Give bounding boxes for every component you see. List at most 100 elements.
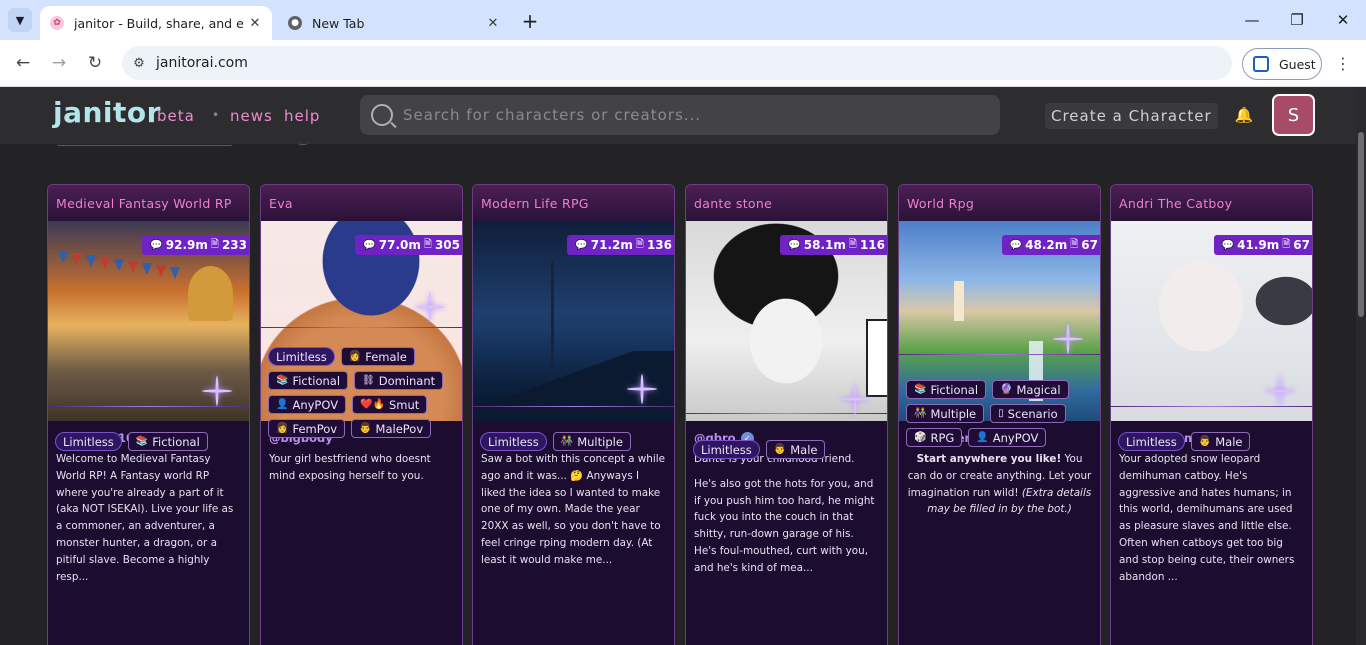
tag-label: Magical [1016, 382, 1061, 397]
tag-chip[interactable]: Limitless [693, 440, 760, 459]
profile-guest-button[interactable]: Guest [1242, 48, 1322, 80]
tag-chip[interactable]: 📚 Fictional [127, 432, 208, 451]
card-title[interactable]: Andri The Catboy [1111, 185, 1312, 221]
character-card[interactable]: World Rpg💬48.2m🗎67@Scar_lerStart anywher… [898, 184, 1101, 645]
card-title[interactable]: Eva [261, 185, 462, 221]
chrome-favicon-icon: ● [288, 16, 302, 30]
bunting-flag [58, 251, 68, 263]
tag-chip[interactable]: 👨 Male [765, 440, 826, 459]
tag-chip[interactable]: Limitless [1118, 432, 1185, 451]
tag-chip[interactable]: 👨 MalePov [351, 419, 432, 438]
tag-chip[interactable]: ▯ Scenario [990, 404, 1066, 423]
document-icon: 🗎 [1070, 238, 1079, 250]
bunting-flag [86, 255, 96, 267]
janitor-logo[interactable]: janitor [53, 96, 161, 129]
message-count: 116 [859, 238, 885, 252]
description-text: Welcome to Medieval Fantasy World RP! A … [56, 453, 234, 583]
tab-janitor[interactable]: ✿ janitor - Build, share, and explo ✕ [40, 6, 272, 40]
card-stats-badge: 💬 48.2m 🗎 67 [1001, 235, 1100, 255]
nav-help-link[interactable]: help [284, 107, 320, 125]
tab-search-chevron-down-icon[interactable]: ▼ [8, 8, 32, 32]
tag-label: Male [1215, 434, 1243, 449]
close-tab-icon[interactable]: ✕ [482, 12, 504, 34]
address-bar[interactable]: ⚙ janitorai.com [122, 46, 1232, 80]
card-description: Dante is your childhood friend. He's also… [686, 445, 887, 577]
notifications-bell-icon[interactable]: 🔔 [1234, 105, 1254, 125]
character-card[interactable]: Medieval Fantasy World RP💬92.9m🗎233@Mayu… [47, 184, 250, 645]
tag-label: FemPov [292, 421, 338, 436]
back-arrow-left-icon[interactable]: ← [10, 50, 36, 76]
bunting-flag [156, 265, 166, 277]
tag-emoji-icon: 📚 [914, 384, 927, 395]
tag-emoji-icon: 🎲 [914, 432, 927, 443]
message-count: 233 [221, 238, 247, 252]
filter-toggle-edge [298, 142, 308, 145]
scrollbar-thumb[interactable] [1358, 132, 1364, 317]
close-window-icon[interactable]: ✕ [1331, 8, 1355, 32]
chat-count: 48.2m [1025, 238, 1068, 252]
tag-chip[interactable]: 🔮 Magical [992, 380, 1069, 399]
tag-chip[interactable]: Limitless [268, 347, 335, 366]
minimize-icon[interactable]: — [1240, 8, 1264, 32]
tag-chip[interactable]: 👨 Male [1190, 432, 1251, 451]
card-stats-badge: 💬 77.0m 🗎 305 [355, 235, 462, 255]
tag-chip[interactable]: 👫 Multiple [906, 404, 985, 423]
character-card[interactable]: Eva 💬 77.0m 🗎 305 @bigbody Your girl bestfrien… [260, 184, 463, 645]
tag-chip[interactable]: 📚 Fictional [906, 380, 987, 399]
tag-emoji-icon: ❤️🔥 [360, 399, 385, 410]
card-divider [261, 327, 462, 328]
tag-list: Limitless 👩 Female 📚 Fictional ⛓ Dominant 👤 AnyP… [268, 347, 457, 438]
tab-new-tab[interactable]: ● New Tab ✕ [278, 6, 510, 40]
tag-chip[interactable]: Limitless [55, 432, 122, 451]
tag-chip[interactable]: ❤️🔥 Smut [352, 395, 428, 414]
reload-icon[interactable]: ↻ [82, 50, 108, 76]
card-title[interactable]: Medieval Fantasy World RP [48, 185, 249, 221]
document-icon: 🗎 [1282, 238, 1291, 250]
tab-title: New Tab [312, 15, 365, 31]
character-card[interactable]: Andri The Catboy💬41.9m🗎67@JeslynLemons✓Y… [1110, 184, 1313, 645]
chat-count: 71.2m [590, 238, 633, 252]
search-placeholder: Search for characters or creators... [403, 106, 702, 124]
tag-chip[interactable]: 👩 FemPov [268, 419, 346, 438]
browser-menu-kebab-icon[interactable]: ⋮ [1332, 52, 1354, 74]
url-text: janitorai.com [156, 55, 248, 71]
tag-chip[interactable]: 📚 Fictional [268, 371, 349, 390]
tag-chip[interactable]: ⛓ Dominant [354, 371, 444, 390]
card-title[interactable]: World Rpg [899, 185, 1100, 221]
tag-chip[interactable]: 🎲 RPG [906, 428, 963, 447]
tag-chip[interactable]: 👤 AnyPOV [268, 395, 347, 414]
create-character-button[interactable]: Create a Character [1045, 103, 1218, 129]
tag-label: AnyPOV [292, 397, 339, 412]
forward-arrow-right-icon[interactable]: → [46, 50, 72, 76]
tag-label: Limitless [63, 434, 114, 449]
card-divider [1111, 406, 1312, 407]
card-title[interactable]: Modern Life RPG [473, 185, 674, 221]
character-card[interactable]: Modern Life RPG💬71.2m🗎136@PuppkinSaw a b… [472, 184, 675, 645]
tag-list: Limitless 👨 Male [693, 440, 882, 459]
close-tab-icon[interactable]: ✕ [244, 12, 266, 34]
card-divider [48, 406, 249, 407]
chat-icon: 💬 [1221, 239, 1235, 251]
castle-tower [954, 281, 964, 321]
tag-list: Limitless 👨 Male [1118, 432, 1307, 451]
tag-emoji-icon: 📚 [276, 375, 289, 386]
card-stats-badge: 💬 58.1m 🗎 116 [780, 235, 887, 255]
tag-label: Fictional [292, 373, 341, 388]
nav-news-link[interactable]: news [230, 107, 273, 125]
page-scrollbar[interactable] [1356, 87, 1366, 645]
restore-window-icon[interactable]: ❐ [1285, 8, 1309, 32]
tag-chip[interactable]: 👩 Female [340, 347, 415, 366]
card-title[interactable]: dante stone [686, 185, 887, 221]
message-count: 67 [1081, 238, 1098, 252]
user-avatar[interactable]: S [1272, 94, 1315, 136]
tag-chip[interactable]: 👫 Multiple [552, 432, 631, 451]
description-paragraph: Your girl bestfriend who doesnt mind exp… [269, 451, 454, 485]
site-info-tune-icon[interactable]: ⚙ [128, 52, 150, 74]
search-input[interactable]: Search for characters or creators... [360, 95, 1000, 135]
tag-chip[interactable]: 👤 AnyPOV [968, 428, 1047, 447]
character-card[interactable]: dante stone 💬 58.1m 🗎 116 @gbro ✓ Dante is your… [685, 184, 888, 645]
tag-chip[interactable]: Limitless [480, 432, 547, 451]
card-stats-badge: 💬 41.9m 🗎 67 [1213, 235, 1312, 255]
new-tab-plus-icon[interactable]: + [518, 9, 542, 33]
tag-label: Multiple [930, 406, 977, 421]
